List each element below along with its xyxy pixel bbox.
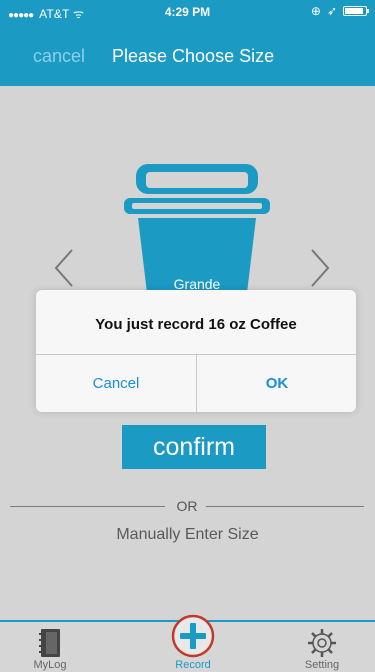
alert-message: You just record 16 oz Coffee (95, 316, 297, 333)
alert-dialog: You just record 16 oz Coffee Cancel OK (36, 290, 356, 412)
alert-cancel-button[interactable]: Cancel (36, 355, 196, 412)
alert-ok-button[interactable]: OK (197, 355, 356, 412)
